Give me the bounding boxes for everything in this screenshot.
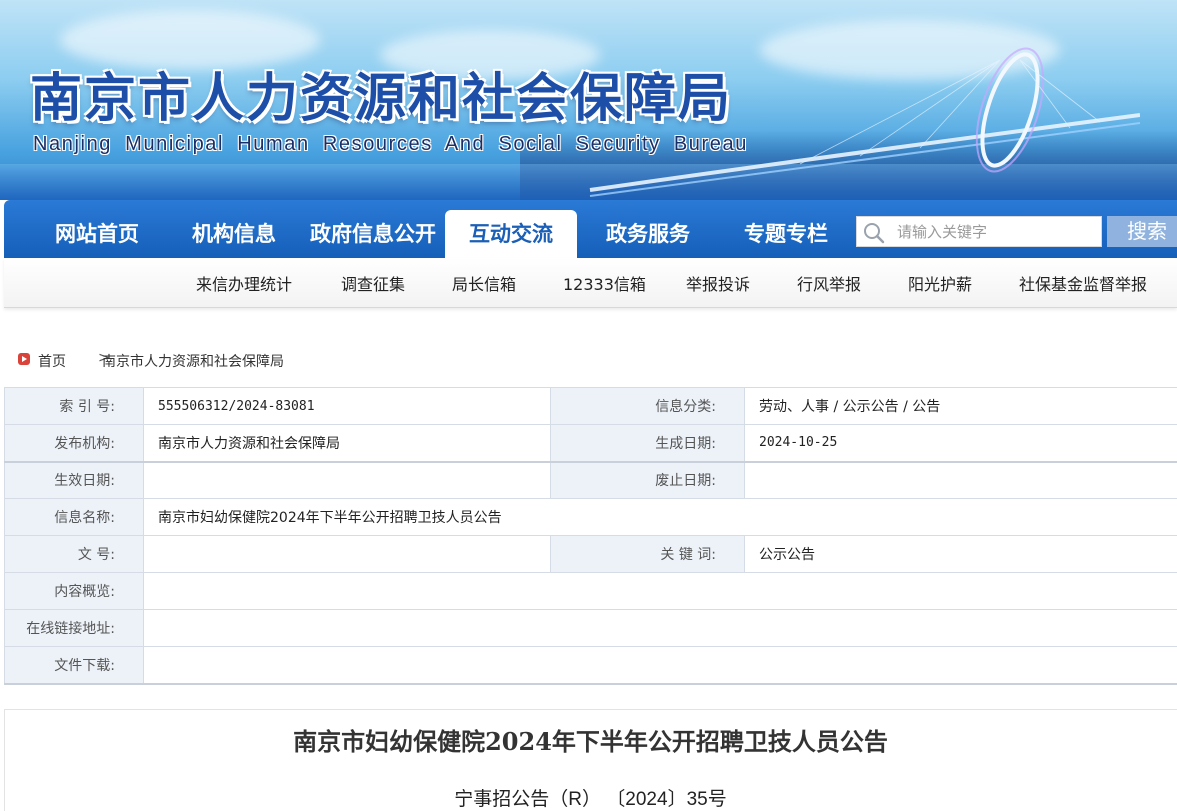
- category-label: 信息分类:: [550, 387, 745, 425]
- doc-number-label: 文 号:: [4, 535, 144, 573]
- effective-date-label: 生效日期:: [4, 461, 144, 499]
- info-name-label: 信息名称:: [4, 498, 144, 536]
- category-value: 劳动、人事 / 公示公告 / 公告: [744, 387, 1177, 425]
- search-icon: [864, 223, 885, 244]
- subnav-wage-protection[interactable]: 阳光护薪: [908, 271, 972, 295]
- doc-number-value: [143, 535, 551, 573]
- effective-date-value: [143, 461, 551, 499]
- home-icon: [18, 353, 30, 365]
- subnav-complaints[interactable]: 举报投诉: [686, 271, 750, 295]
- nav-interaction[interactable]: 互动交流: [445, 210, 577, 258]
- sub-nav: 来信办理统计 调查征集 局长信箱 12333信箱 举报投诉 行风举报 阳光护薪 …: [4, 258, 1177, 308]
- site-banner: 南京市人力资源和社会保障局 Nanjing Municipal Human Re…: [0, 0, 1177, 200]
- subnav-letter-stats[interactable]: 来信办理统计: [196, 271, 292, 295]
- article-doc-number: 宁事招公告（R） 〔2024〕35号: [454, 789, 727, 810]
- expired-date-value: [744, 461, 1177, 499]
- nav-government-info[interactable]: 政府信息公开: [306, 200, 440, 258]
- search-button[interactable]: 搜索: [1107, 216, 1177, 247]
- file-download-value[interactable]: [143, 646, 1177, 685]
- subnav-conduct-report[interactable]: 行风举报: [797, 271, 861, 295]
- online-link-label: 在线链接地址:: [4, 609, 144, 647]
- publisher-label: 发布机构:: [4, 424, 144, 463]
- summary-value: [143, 572, 1177, 610]
- subnav-12333-mailbox[interactable]: 12333信箱: [563, 271, 646, 295]
- keywords-label: 关 键 词:: [550, 535, 745, 573]
- file-download-label: 文件下载:: [4, 646, 144, 685]
- subnav-director-mailbox[interactable]: 局长信箱: [452, 271, 516, 295]
- document-info-table: 索 引 号: 555506312/2024-83081 信息分类: 劳动、人事 …: [4, 387, 1177, 685]
- summary-label: 内容概览:: [4, 572, 144, 610]
- expired-date-label: 废止日期:: [550, 461, 745, 499]
- publisher-value: 南京市人力资源和社会保障局: [143, 424, 551, 463]
- created-date-label: 生成日期:: [550, 424, 745, 463]
- subnav-survey[interactable]: 调查征集: [341, 271, 405, 295]
- search-box: [856, 216, 1102, 247]
- keywords-value: 公示公告: [744, 535, 1177, 573]
- subnav-fund-supervision[interactable]: 社保基金监督举报: [1019, 271, 1147, 295]
- site-title: 南京市人力资源和社会保障局: [30, 68, 733, 129]
- search-input[interactable]: [897, 217, 1097, 246]
- info-name-value: 南京市妇幼保健院2024年下半年公开招聘卫技人员公告: [143, 498, 1177, 536]
- created-date-value: 2024-10-25: [744, 424, 1177, 463]
- nav-services[interactable]: 政务服务: [602, 200, 694, 258]
- breadcrumb-current[interactable]: 南京市人力资源和社会保障局: [102, 351, 284, 371]
- breadcrumb-home[interactable]: 首页: [38, 351, 66, 371]
- index-label: 索 引 号:: [4, 387, 144, 425]
- index-value: 555506312/2024-83081: [143, 387, 551, 425]
- online-link-value[interactable]: [143, 609, 1177, 647]
- article-title: 南京市妇幼保健院2024年下半年公开招聘卫技人员公告: [293, 727, 888, 756]
- site-title-english: Nanjing Municipal Human Resources And So…: [33, 133, 748, 155]
- nav-home[interactable]: 网站首页: [52, 200, 142, 258]
- nav-organization[interactable]: 机构信息: [189, 200, 279, 258]
- nav-special-topics[interactable]: 专题专栏: [740, 200, 832, 258]
